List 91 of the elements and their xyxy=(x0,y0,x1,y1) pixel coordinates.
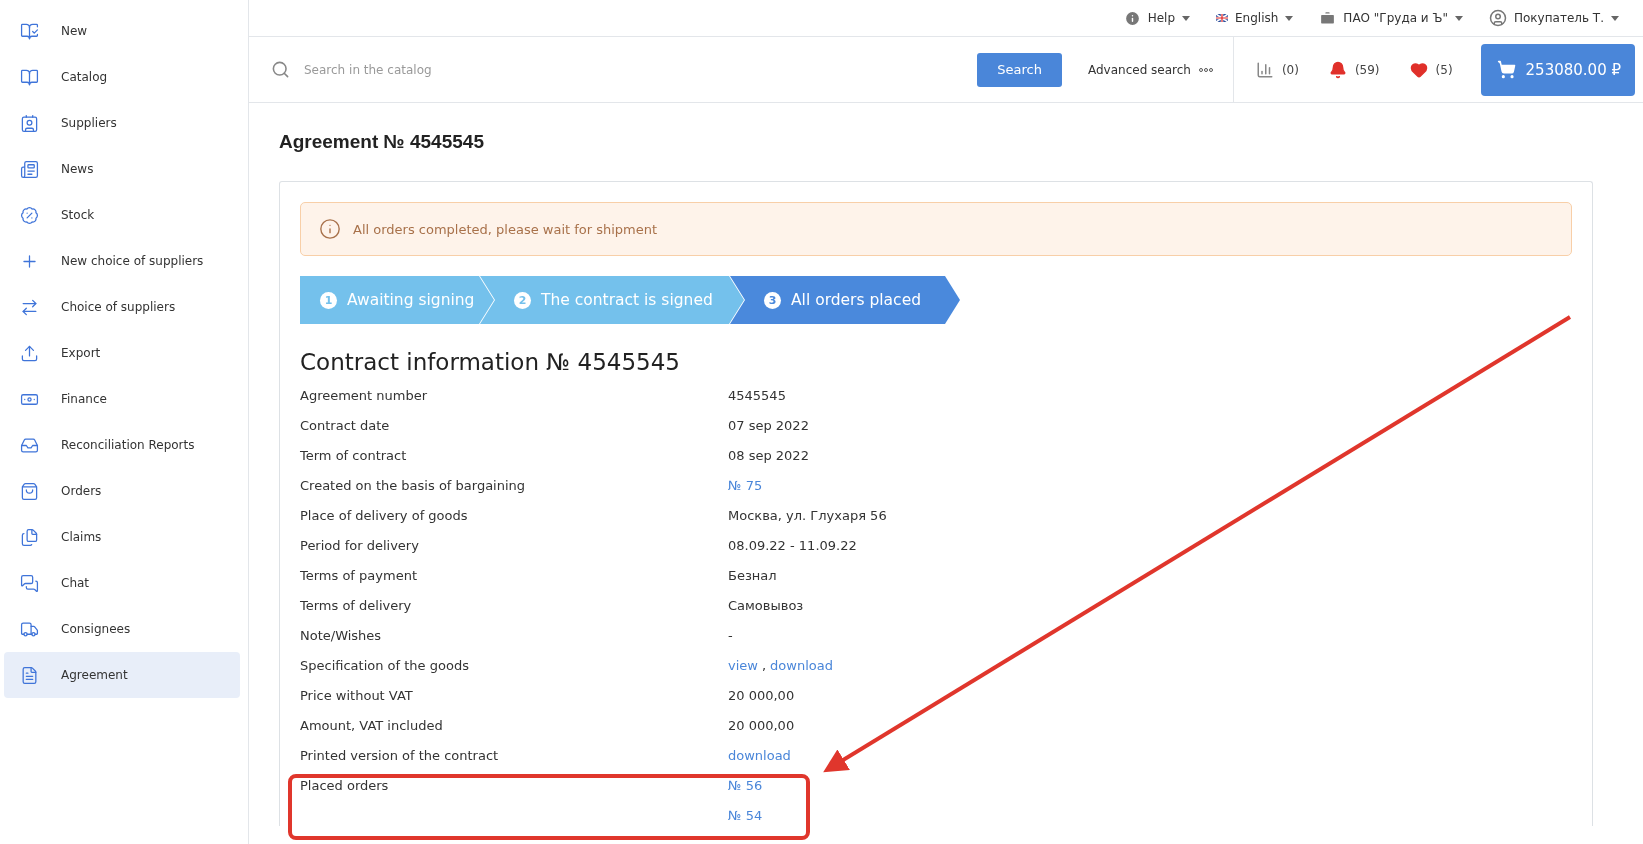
document-icon xyxy=(20,665,39,685)
upload-icon xyxy=(20,343,39,363)
field-label: Period for delivery xyxy=(300,537,419,555)
step-label: All orders placed xyxy=(791,291,922,309)
value-link[interactable]: № 75 xyxy=(728,476,763,496)
step-number: 2 xyxy=(514,291,531,309)
sidebar-item[interactable]: Finance xyxy=(4,376,240,422)
field-value: 4545545 xyxy=(728,387,786,405)
field-value: 08.09.22 - 11.09.22 xyxy=(728,537,857,555)
field-label: Contract date xyxy=(300,417,390,435)
sidebar-item[interactable]: Chat xyxy=(4,560,240,606)
swap-arrows-icon xyxy=(20,297,39,317)
heart-icon xyxy=(1409,60,1428,79)
sidebar-item[interactable]: New xyxy=(4,8,240,54)
value-link[interactable]: download xyxy=(728,746,791,766)
percent-badge-icon xyxy=(20,205,39,225)
section-heading: Contract information № 4545545 xyxy=(300,349,681,375)
search-icon xyxy=(271,60,290,79)
caret-icon xyxy=(1611,15,1619,21)
sidebar-item[interactable]: Choice of suppliers xyxy=(4,284,240,330)
sidebar-item[interactable]: News xyxy=(4,146,240,192)
book-icon xyxy=(20,67,39,87)
user-menu[interactable]: Покупатель Т. xyxy=(1489,9,1619,27)
sidebar-item[interactable]: Claims xyxy=(4,514,240,560)
bag-icon xyxy=(20,481,39,501)
field-value: , xyxy=(761,657,767,675)
field-label: Printed version of the contract xyxy=(300,747,499,765)
field-value: 07 sep 2022 xyxy=(728,417,809,435)
cart-button[interactable]: 253080.00 ₽ xyxy=(1480,43,1635,96)
field-label: Term of contract xyxy=(300,447,407,465)
advanced-search-link[interactable]: Advanced search xyxy=(1087,62,1213,77)
field-value: Безнал xyxy=(728,567,777,585)
info-icon xyxy=(1123,9,1141,27)
caret-icon xyxy=(1182,15,1190,21)
more-icon xyxy=(1198,67,1213,72)
book-check-icon xyxy=(20,21,39,41)
contact-card-icon xyxy=(20,113,39,133)
sidebar-item[interactable]: Agreement xyxy=(4,652,240,698)
sidebar-item[interactable]: Reconciliation Reports xyxy=(4,422,240,468)
step-number: 1 xyxy=(320,291,337,309)
field-label: Agreement number xyxy=(300,387,428,405)
field-value: Самовывоз xyxy=(728,597,804,615)
field-value: 08 sep 2022 xyxy=(728,447,809,465)
caret-icon xyxy=(1285,15,1294,21)
page-title: Agreement № 4545545 xyxy=(279,131,485,153)
step-label: The contract is signed xyxy=(541,291,713,309)
caret-icon xyxy=(1455,15,1463,21)
compare-counter[interactable]: (0) xyxy=(1255,60,1299,79)
value-link[interactable]: № 54 xyxy=(728,806,763,826)
chat-icon xyxy=(20,573,39,593)
field-label: Specification of the goods xyxy=(300,657,469,675)
field-label: Created on the basis of bargaining xyxy=(300,477,526,495)
sidebar-item[interactable]: Suppliers xyxy=(4,100,240,146)
field-label: Terms of delivery xyxy=(300,597,412,615)
info-icon xyxy=(319,218,341,240)
notifications-counter[interactable]: (59) xyxy=(1328,60,1380,79)
favorites-counter[interactable]: (5) xyxy=(1409,60,1453,79)
sidebar-item[interactable]: Stock xyxy=(4,192,240,238)
company-menu[interactable]: ПАО "Груда и Ъ" xyxy=(1319,9,1463,27)
value-link[interactable]: view xyxy=(728,656,758,676)
sidebar-item[interactable]: Catalog xyxy=(4,54,240,100)
value-link[interactable]: download xyxy=(770,656,833,676)
field-label: Place of delivery of goods xyxy=(300,507,468,525)
search-button[interactable]: Search xyxy=(977,52,1062,87)
field-value: - xyxy=(728,627,733,645)
sidebar-item[interactable]: Consignees xyxy=(4,606,240,652)
field-label: Amount, VAT included xyxy=(300,717,443,735)
briefcase-icon xyxy=(1319,9,1337,27)
documents-icon xyxy=(20,527,39,547)
cart-icon xyxy=(1496,60,1516,79)
user-icon xyxy=(1489,9,1507,27)
help-menu[interactable]: Help xyxy=(1123,9,1190,27)
sidebar-item[interactable]: Orders xyxy=(4,468,240,514)
field-label: Placed orders xyxy=(300,777,389,795)
sidebar-item[interactable]: New choice of suppliers xyxy=(4,238,240,284)
alert-text: All orders completed, please wait for shipment xyxy=(353,221,658,237)
newspaper-icon xyxy=(20,159,39,179)
language-menu[interactable]: English xyxy=(1216,11,1294,25)
flag-icon xyxy=(1216,14,1228,22)
field-value: Москва, ул. Глухаря 56 xyxy=(728,507,887,525)
value-link[interactable]: № 56 xyxy=(728,776,763,796)
field-value: 20 000,00 xyxy=(728,687,795,705)
step-number: 3 xyxy=(764,291,781,309)
field-label: Note/Wishes xyxy=(300,627,382,645)
field-label: Price without VAT xyxy=(300,687,413,705)
step-label: Awaiting signing xyxy=(347,291,475,309)
field-value: 20 000,00 xyxy=(728,717,795,735)
field-label: Terms of payment xyxy=(300,567,417,585)
sidebar-item[interactable]: Export xyxy=(4,330,240,376)
bell-icon xyxy=(1328,60,1347,79)
chart-icon xyxy=(1255,60,1274,79)
